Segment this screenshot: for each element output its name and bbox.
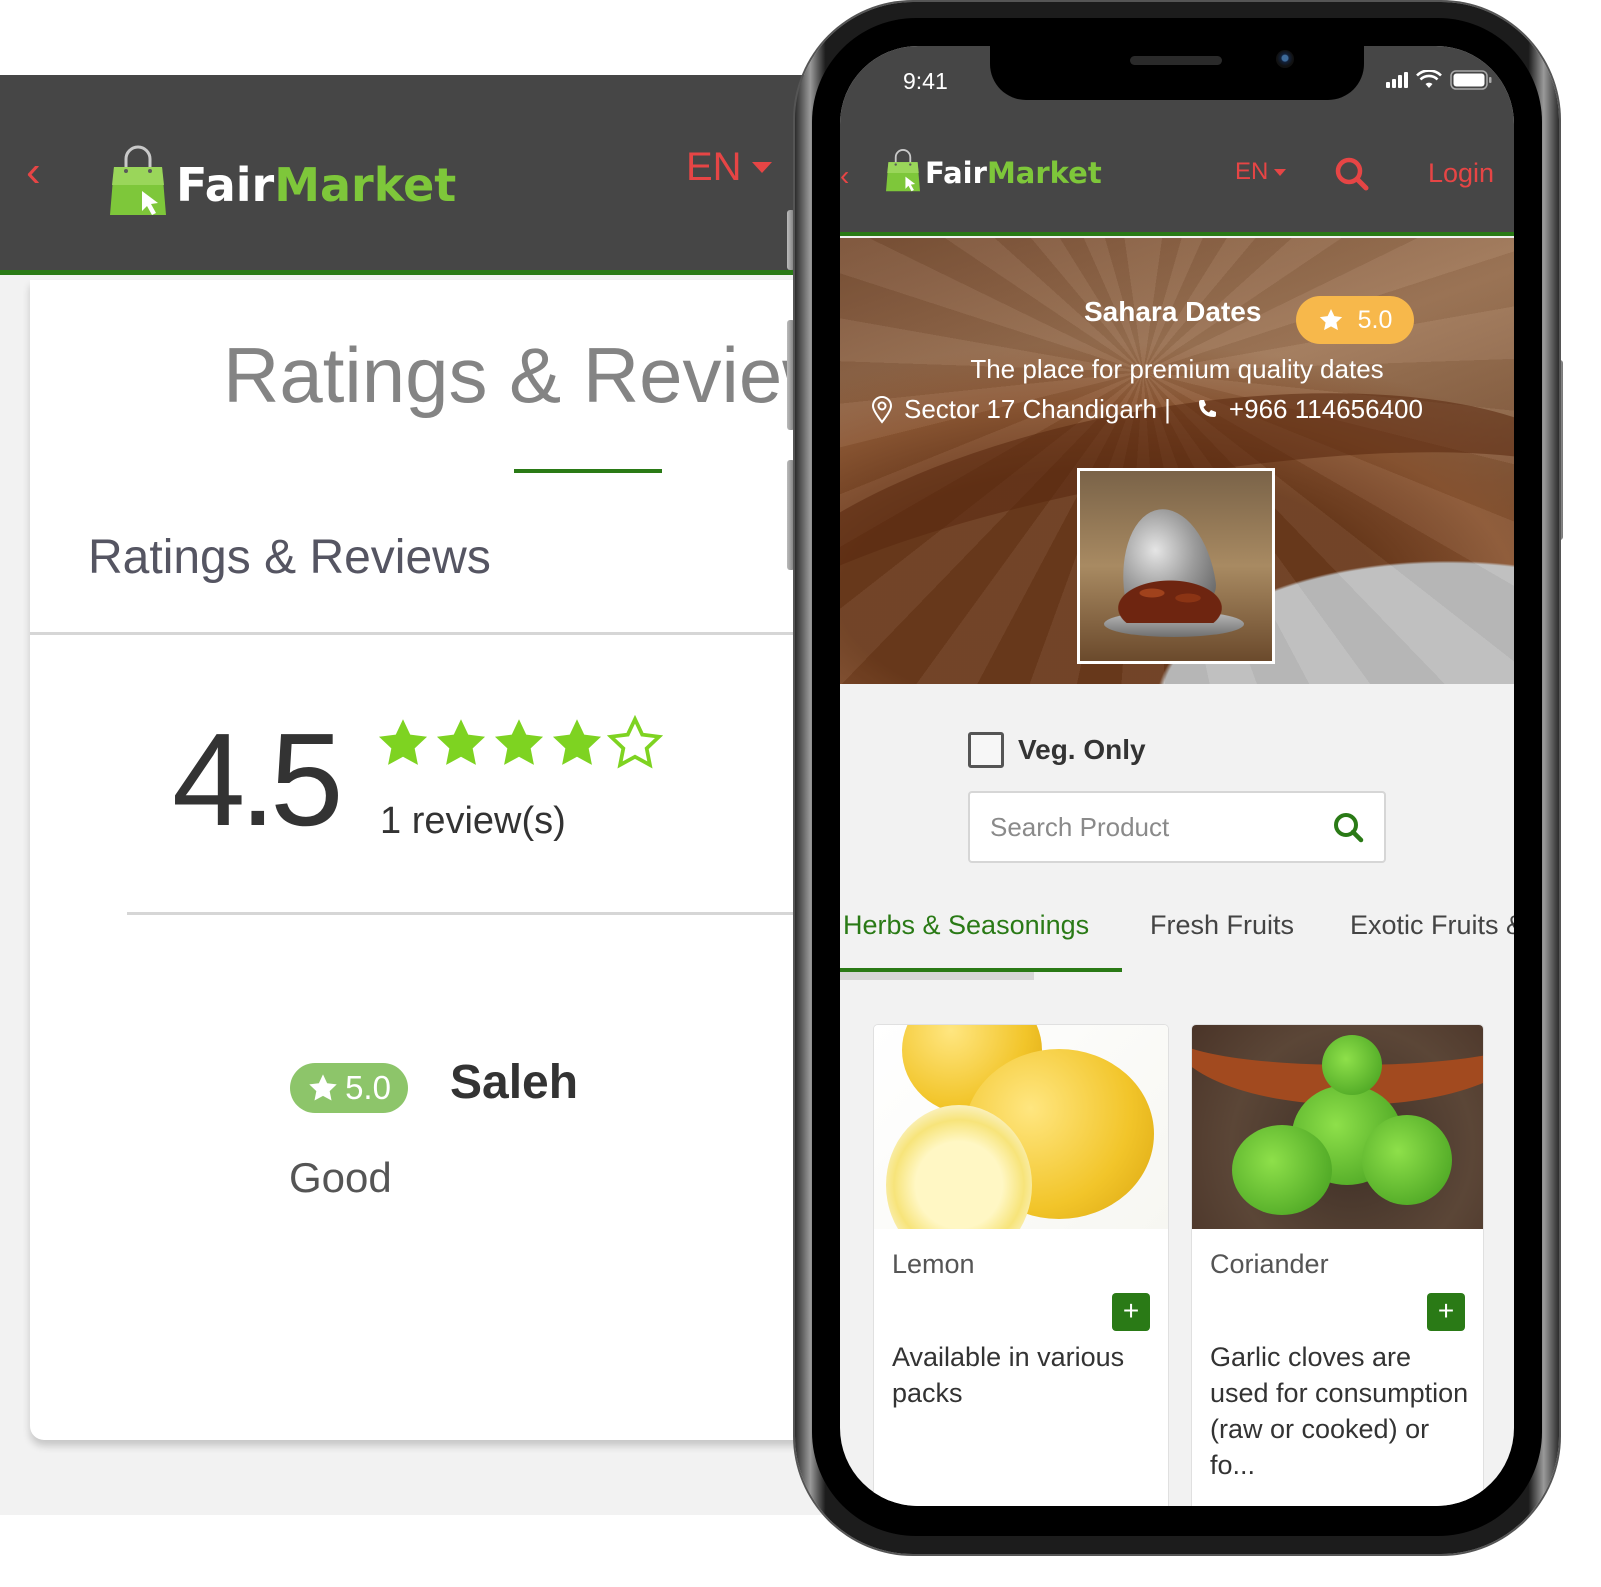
add-to-cart-button[interactable]: + [1112,1293,1150,1331]
language-label: EN [686,145,742,189]
veg-only-checkbox[interactable] [968,732,1004,768]
logo-text-market: Market [986,156,1102,190]
review-comment: Good [289,1154,392,1201]
store-rating-badge: 5.0 [1296,296,1414,344]
tab-herbs-seasonings[interactable]: Herbs & Seasonings [843,910,1089,941]
phone-mute-switch [787,210,795,270]
page-title: Ratings & Reviews [223,331,878,419]
back-chevron-icon[interactable]: ‹ [840,160,849,192]
wifi-icon [1416,70,1442,88]
product-search[interactable] [968,791,1386,863]
logo-wordmark: FairMarket [176,155,456,215]
star-filled-icon [549,715,605,771]
battery-icon [1450,70,1492,90]
star-icon [307,1072,339,1104]
search-input[interactable] [990,793,1310,861]
review-rating-badge: 5.0 [290,1063,408,1113]
store-tagline: The place for premium quality dates [970,354,1384,384]
app-header: ‹ FairMarket EN Login [840,136,1514,236]
logo-text-market: Market [274,158,457,212]
back-chevron-icon[interactable]: ‹ [26,150,56,200]
star-filled-icon [375,715,431,771]
cellular-signal-icon [1386,72,1408,88]
leaf-shape [1362,1115,1452,1205]
product-description: Garlic cloves are used for consumption (… [1210,1342,1469,1480]
product-image [874,1025,1168,1229]
veg-only-label: Veg. Only [1018,734,1146,765]
divider [30,632,830,635]
store-phone[interactable]: +966 114656400 [1229,394,1423,425]
veg-only-filter[interactable]: Veg. Only [968,732,1146,768]
product-name: Coriander [1210,1249,1329,1279]
status-time: 9:41 [903,68,948,94]
phone-volume-up [787,320,795,430]
phone-icon [1198,399,1216,417]
search-icon[interactable] [1334,156,1370,192]
logo-text-fair: Fair [925,156,987,190]
divider [127,912,830,915]
product-image [1192,1025,1483,1229]
phone-notch [990,46,1364,100]
language-selector[interactable]: EN [1235,158,1287,186]
title-underline [514,469,662,473]
product-description: Available in various packs [892,1342,1125,1408]
status-icons [1386,70,1492,90]
leaf-shape [1322,1035,1382,1095]
category-tabs: Herbs & Seasonings Fresh Fruits Exotic F… [840,910,1514,980]
fairmarket-logo[interactable]: FairMarket [886,148,1102,192]
language-selector[interactable]: EN [686,145,772,190]
caret-down-icon [751,162,772,173]
image-dates [1116,573,1236,623]
phone-camera [1276,50,1294,68]
star-empty-icon [607,715,663,771]
tab-fresh-fruits[interactable]: Fresh Fruits [1150,910,1294,941]
star-filled-icon [433,715,489,771]
language-label: EN [1235,158,1269,185]
store-image [1077,468,1275,664]
star-filled-icon [491,715,547,771]
fairmarket-logo[interactable]: FairMarket [110,135,456,215]
product-name: Lemon [892,1249,975,1279]
tabs-scrollbar[interactable] [840,972,1034,980]
ratings-card: Ratings & Reviews Ratings & Reviews 4.5 … [30,280,878,1440]
tab-exotic-fruits[interactable]: Exotic Fruits & [1350,910,1514,941]
store-rating-value: 5.0 [1357,305,1393,334]
star-icon [1318,307,1344,333]
caret-down-icon [1274,168,1287,176]
phone-screen: 9:41 ‹ FairMarket EN Login Sahara Dates … [840,46,1514,1506]
leaf-shape [1232,1125,1332,1215]
phone-volume-down [787,460,795,570]
review-rating-value: 5.0 [345,1069,391,1106]
product-card[interactable]: Lemon + Available in various packs [873,1024,1169,1506]
login-link[interactable]: Login [1428,158,1494,189]
reviewer-name: Saleh [450,1056,579,1109]
review-count: 1 review(s) [380,800,566,842]
product-card[interactable]: Coriander + Garlic cloves are used for c… [1191,1024,1484,1506]
store-address: Sector 17 Chandigarh | [904,394,1171,424]
average-rating: 4.5 [172,706,343,853]
phone-speaker [1130,56,1222,65]
section-title: Ratings & Reviews [88,531,491,584]
add-to-cart-button[interactable]: + [1427,1293,1465,1331]
store-banner: Sahara Dates 5.0 The place for premium q… [840,238,1514,684]
store-contact: Sector 17 Chandigarh | +966 114656400 [870,394,1423,425]
shopping-bag-icon [886,148,920,192]
shopping-bag-icon [110,145,166,215]
star-rating [375,715,663,771]
search-icon[interactable] [1332,811,1366,845]
logo-text-fair: Fair [176,158,275,212]
logo-wordmark: FairMarket [925,154,1102,192]
location-pin-icon [871,395,893,424]
store-name: Sahara Dates [1084,296,1262,327]
